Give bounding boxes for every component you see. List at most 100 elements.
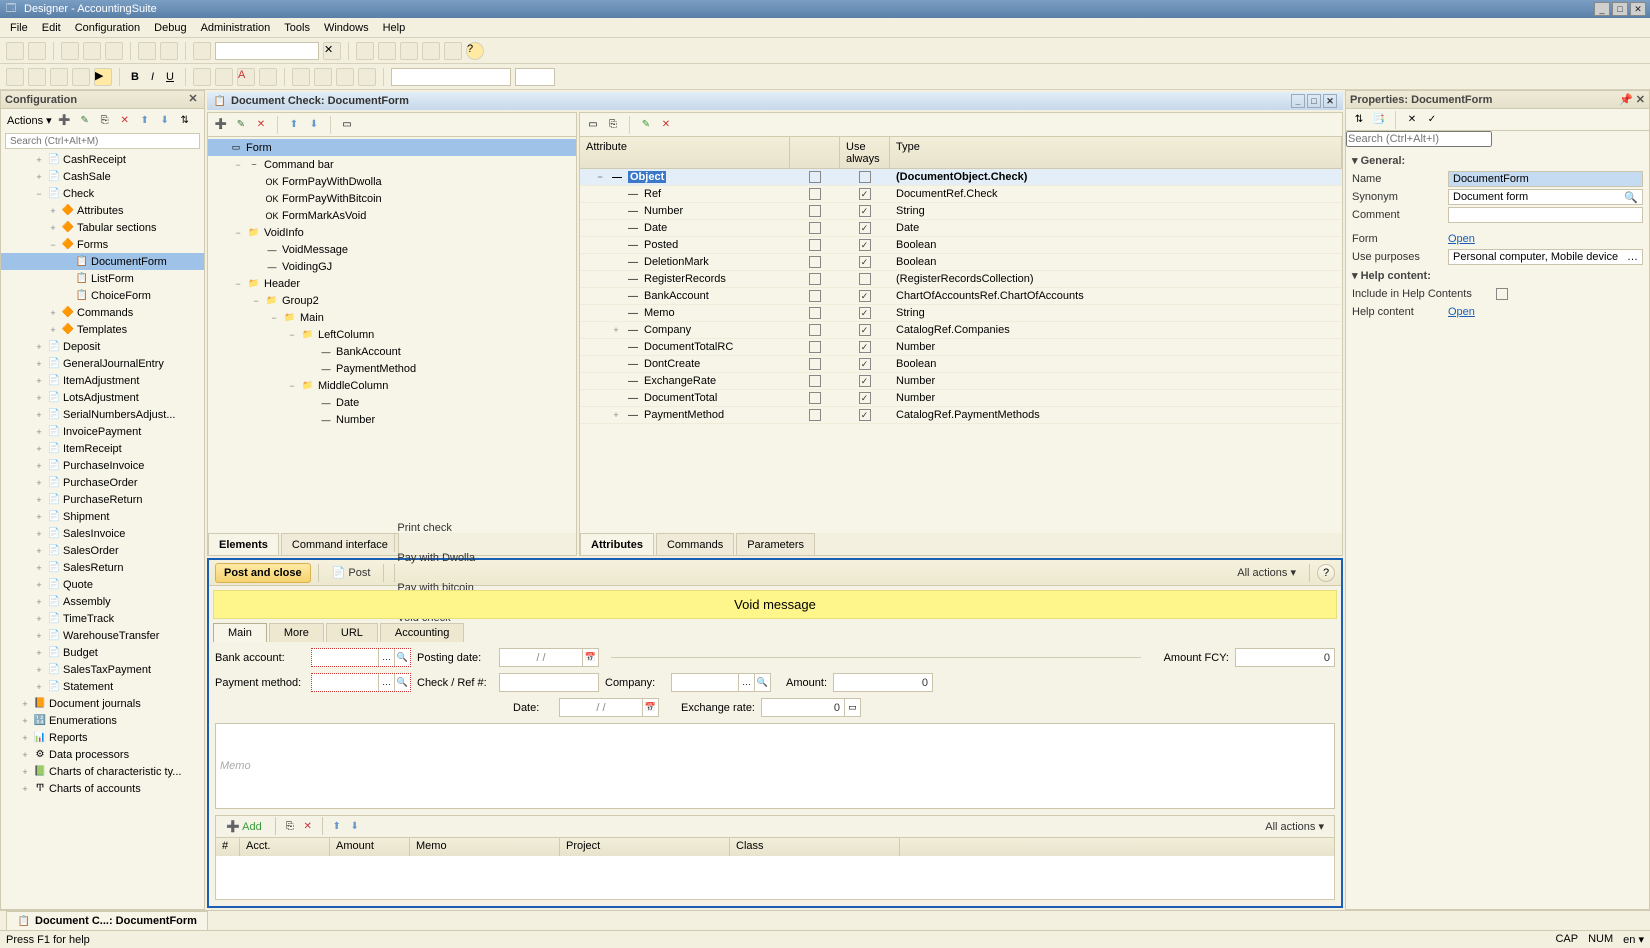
config-tree-item[interactable]: +📄LotsAdjustment [1, 389, 204, 406]
form-tree-item[interactable]: —Number [208, 411, 576, 428]
italic-icon[interactable]: I [147, 71, 158, 83]
tb-redo-icon[interactable] [160, 42, 178, 60]
grid-header[interactable]: Memo [410, 838, 560, 856]
config-tree-item[interactable]: +🔢Enumerations [1, 712, 204, 729]
preview-action[interactable]: Pay with Dwolla [391, 549, 481, 567]
add-icon[interactable]: ➕ [58, 114, 72, 126]
tb-b-icon[interactable] [378, 42, 396, 60]
config-tree-item[interactable]: −🔶Forms [1, 236, 204, 253]
form-tree-item[interactable]: −⎯Command bar [208, 156, 576, 173]
tb-a-icon[interactable] [356, 42, 374, 60]
config-tree-item[interactable]: +📄SalesTaxPayment [1, 661, 204, 678]
tb-paste-icon[interactable] [105, 42, 123, 60]
tb2-pen-icon[interactable] [259, 68, 277, 86]
prop-use-input[interactable]: Personal computer, Mobile device… [1448, 249, 1643, 265]
config-tree-item[interactable]: +⚙Data processors [1, 746, 204, 763]
form-tree-item[interactable]: −📁Header [208, 275, 576, 292]
attr-row[interactable]: —DeletionMark✓Boolean [580, 254, 1342, 271]
attr-row[interactable]: +—Company✓CatalogRef.Companies [580, 322, 1342, 339]
tb2-font-icon[interactable]: A [237, 68, 255, 86]
config-tree-item[interactable]: +🔶Commands [1, 304, 204, 321]
tb-cut-icon[interactable] [61, 42, 79, 60]
config-tree-item[interactable]: +📄WarehouseTransfer [1, 627, 204, 644]
preview-tab[interactable]: More [269, 623, 324, 642]
attr-add-icon[interactable]: ✎ [639, 119, 653, 131]
form-tab[interactable]: Command interface [281, 533, 399, 555]
tb2-combo[interactable] [391, 68, 511, 86]
grid-header[interactable]: # [216, 838, 240, 856]
attr-row[interactable]: —DocumentTotal✓Number [580, 390, 1342, 407]
tb-undo-icon[interactable] [138, 42, 156, 60]
props-pin-icon[interactable]: 📌 [1619, 94, 1633, 106]
config-tree-item[interactable]: −📄Check [1, 185, 204, 202]
tb2-aj-icon[interactable] [358, 68, 376, 86]
config-tree-item[interactable]: +📄Budget [1, 644, 204, 661]
grid-copy-icon[interactable]: ⎘ [283, 820, 297, 832]
config-tree-item[interactable]: +📄Shipment [1, 508, 204, 525]
config-tree-item[interactable]: +📄InvoicePayment [1, 423, 204, 440]
config-tree-item[interactable]: +🔶Attributes [1, 202, 204, 219]
config-tree-item[interactable]: +📄CashReceipt [1, 151, 204, 168]
form-tree-item[interactable]: OKFormPayWithBitcoin [208, 190, 576, 207]
tb-open-icon[interactable] [28, 42, 46, 60]
copy-icon[interactable]: ⎘ [98, 114, 112, 126]
help-button[interactable]: ? [1317, 564, 1335, 582]
config-tree-item[interactable]: +📄Assembly [1, 593, 204, 610]
amountfcy-input[interactable]: 0 [1235, 648, 1335, 667]
config-tree-item[interactable]: +ͲCharts of accounts [1, 780, 204, 797]
config-tree-item[interactable]: +📄ItemReceipt [1, 440, 204, 457]
form-tree-item[interactable]: ▭Form [208, 139, 576, 156]
form-elements-tree[interactable]: ▭Form−⎯Command bar OKFormPayWithDwolla O… [208, 137, 576, 533]
tb2-size[interactable] [515, 68, 555, 86]
tb2-a-icon[interactable] [6, 68, 24, 86]
config-tree-item[interactable]: +📄PurchaseInvoice [1, 457, 204, 474]
config-tree-item[interactable]: +📄SalesInvoice [1, 525, 204, 542]
config-tree-item[interactable]: 📋ListForm [1, 270, 204, 287]
tb-clear-icon[interactable]: ✕ [323, 42, 341, 60]
config-tree-item[interactable]: +📄ItemAdjustment [1, 372, 204, 389]
actions-dropdown[interactable]: Actions [7, 114, 52, 127]
tb2-al-icon[interactable] [292, 68, 310, 86]
restore-button[interactable]: □ [1612, 2, 1628, 16]
doc-restore-button[interactable]: □ [1307, 94, 1321, 108]
form-tree-item[interactable]: OKFormMarkAsVoid [208, 207, 576, 224]
form-tree-item[interactable]: —Date [208, 394, 576, 411]
minimize-button[interactable]: _ [1594, 2, 1610, 16]
tb-e-icon[interactable] [444, 42, 462, 60]
post-and-close-button[interactable]: Post and close [215, 563, 311, 583]
form-tree-item[interactable]: —PaymentMethod [208, 360, 576, 377]
tb2-c-icon[interactable] [50, 68, 68, 86]
props-help-header[interactable]: Help content: [1361, 270, 1431, 282]
add-element-icon[interactable]: ➕ [214, 119, 228, 131]
exrate-input[interactable]: 0▭ [761, 698, 861, 717]
attr-del-icon[interactable]: ✕ [659, 119, 673, 131]
prop-name-input[interactable]: DocumentForm [1448, 171, 1643, 187]
tb2-border-icon[interactable] [193, 68, 211, 86]
form-tree-item[interactable]: —VoidMessage [208, 241, 576, 258]
attr-tab[interactable]: Parameters [736, 533, 815, 555]
grid-body[interactable] [216, 856, 1334, 900]
attr-row[interactable]: —DontCreate✓Boolean [580, 356, 1342, 373]
edit-icon[interactable]: ✎ [78, 114, 92, 126]
preview-tab[interactable]: URL [326, 623, 378, 642]
prop-include-checkbox[interactable] [1496, 288, 1508, 300]
tb-c-icon[interactable] [400, 42, 418, 60]
doc-close-button[interactable]: ✕ [1323, 94, 1337, 108]
props-general-header[interactable]: General: [1361, 155, 1406, 167]
attr-row[interactable]: +—PaymentMethod✓CatalogRef.PaymentMethod… [580, 407, 1342, 424]
grid-header[interactable]: Class [730, 838, 900, 856]
menu-configuration[interactable]: Configuration [75, 22, 140, 34]
config-tree-item[interactable]: +📄Statement [1, 678, 204, 695]
config-tree-item[interactable]: +📄SerialNumbersAdjust... [1, 406, 204, 423]
prop-helpcontent-link[interactable]: Open [1448, 306, 1475, 318]
attr-row[interactable]: —RegisterRecords(RegisterRecordsCollecti… [580, 271, 1342, 288]
attr-tab[interactable]: Attributes [580, 533, 654, 555]
edit-element-icon[interactable]: ✎ [234, 119, 248, 131]
grid-all-actions[interactable]: All actions ▾ [1259, 817, 1330, 836]
attr-row[interactable]: —Date✓Date [580, 220, 1342, 237]
tb-d-icon[interactable] [422, 42, 440, 60]
window-tab[interactable]: 📋 Document C...: DocumentForm [6, 911, 208, 930]
config-tree-item[interactable]: +📄Deposit [1, 338, 204, 355]
menu-edit[interactable]: Edit [42, 22, 61, 34]
payment-input[interactable]: …🔍 [311, 673, 411, 692]
